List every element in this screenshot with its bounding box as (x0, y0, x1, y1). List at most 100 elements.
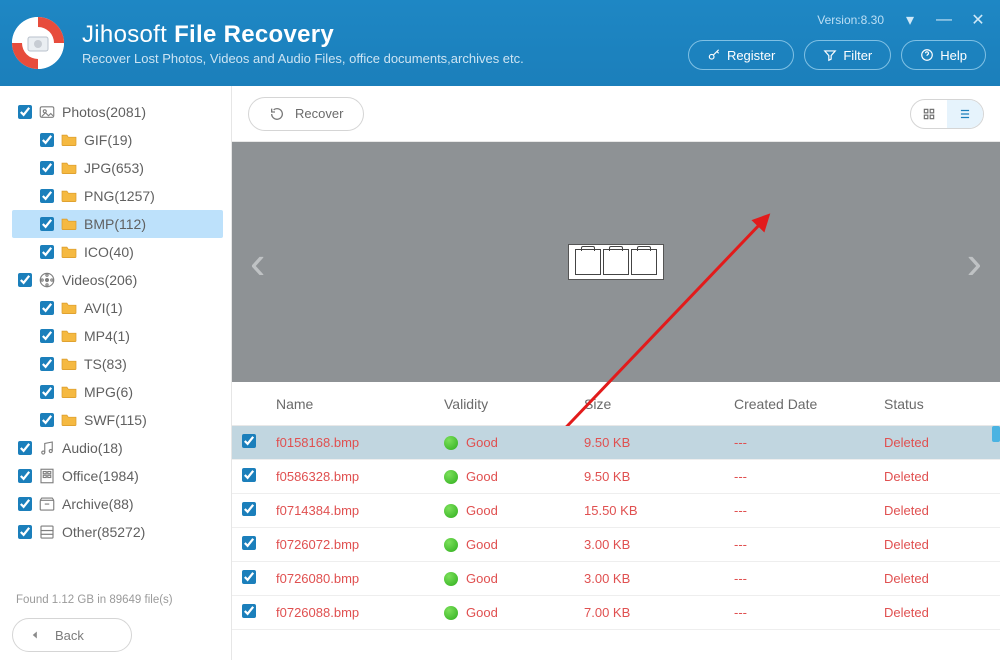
tree-checkbox[interactable] (40, 217, 54, 231)
tree-item-swf[interactable]: SWF(115) (12, 406, 223, 434)
row-checkbox[interactable] (242, 604, 256, 618)
table-row[interactable]: f0726088.bmpGood7.00 KB---Deleted (232, 596, 1000, 630)
close-button[interactable]: ✕ (970, 10, 986, 30)
folder-icon (60, 243, 78, 261)
list-view-button[interactable] (947, 100, 983, 128)
status-dot-icon (444, 606, 458, 620)
tree-checkbox[interactable] (18, 525, 32, 539)
row-checkbox[interactable] (242, 570, 256, 584)
col-size[interactable]: Size (584, 396, 734, 412)
tree-category-photos[interactable]: Photos(2081) (12, 98, 223, 126)
tree-category-office[interactable]: Office(1984) (12, 462, 223, 490)
filter-button[interactable]: Filter (804, 40, 891, 70)
tree-item-jpg[interactable]: JPG(653) (12, 154, 223, 182)
tree-checkbox[interactable] (40, 133, 54, 147)
list-icon (958, 107, 972, 121)
app-subtitle: Recover Lost Photos, Videos and Audio Fi… (82, 51, 524, 66)
table-row[interactable]: f0726072.bmpGood3.00 KB---Deleted (232, 528, 1000, 562)
tree-item-ico[interactable]: ICO(40) (12, 238, 223, 266)
tree-checkbox[interactable] (40, 301, 54, 315)
filter-icon (823, 48, 837, 62)
folder-icon (60, 187, 78, 205)
cell-validity: Good (444, 503, 584, 518)
row-checkbox[interactable] (242, 434, 256, 448)
cell-size: 3.00 KB (584, 571, 734, 586)
dropdown-button[interactable]: ▾ (902, 10, 918, 30)
cell-size: 9.50 KB (584, 469, 734, 484)
status-dot-icon (444, 470, 458, 484)
row-checkbox[interactable] (242, 502, 256, 516)
cell-date: --- (734, 469, 884, 484)
tree-checkbox[interactable] (18, 497, 32, 511)
cell-name: f0726088.bmp (276, 605, 444, 620)
cell-validity: Good (444, 537, 584, 552)
table-header: Name Validity Size Created Date Status (232, 382, 1000, 426)
grid-view-button[interactable] (911, 100, 947, 128)
tree-category-other[interactable]: Other(85272) (12, 518, 223, 546)
tree-label: Other(85272) (62, 524, 145, 540)
row-checkbox[interactable] (242, 468, 256, 482)
tree-checkbox[interactable] (40, 245, 54, 259)
back-button[interactable]: Back (12, 618, 132, 652)
cell-validity: Good (444, 435, 584, 450)
tree-label: Audio(18) (62, 440, 123, 456)
cell-status: Deleted (884, 537, 996, 552)
tree-item-bmp[interactable]: BMP(112) (12, 210, 223, 238)
tree-category-archive[interactable]: Archive(88) (12, 490, 223, 518)
table-row[interactable]: f0158168.bmpGood9.50 KB---Deleted (232, 426, 1000, 460)
preview-next-button[interactable]: › (967, 235, 982, 289)
tree-checkbox[interactable] (40, 385, 54, 399)
tree-item-png[interactable]: PNG(1257) (12, 182, 223, 210)
minimize-button[interactable]: — (936, 11, 952, 29)
col-name[interactable]: Name (276, 396, 444, 412)
help-button[interactable]: Help (901, 40, 986, 70)
row-checkbox[interactable] (242, 536, 256, 550)
tree-checkbox[interactable] (18, 105, 32, 119)
tree-checkbox[interactable] (40, 357, 54, 371)
recover-button[interactable]: Recover (248, 97, 364, 131)
table-row[interactable]: f0586328.bmpGood9.50 KB---Deleted (232, 460, 1000, 494)
app-title: Jihosoft File Recovery (82, 21, 524, 49)
tree-item-mp4[interactable]: MP4(1) (12, 322, 223, 350)
cell-name: f0714384.bmp (276, 503, 444, 518)
scrollbar-thumb[interactable] (992, 426, 1000, 442)
status-dot-icon (444, 504, 458, 518)
col-validity[interactable]: Validity (444, 396, 584, 412)
back-arrow-icon (31, 629, 45, 641)
tree-checkbox[interactable] (18, 441, 32, 455)
cell-name: f0726072.bmp (276, 537, 444, 552)
cell-validity: Good (444, 571, 584, 586)
table-row[interactable]: f0714384.bmpGood15.50 KB---Deleted (232, 494, 1000, 528)
app-logo (8, 13, 68, 73)
tree-item-avi[interactable]: AVI(1) (12, 294, 223, 322)
tree-category-videos[interactable]: Videos(206) (12, 266, 223, 294)
grid-icon (922, 107, 936, 121)
tree-label: GIF(19) (84, 132, 132, 148)
table-row[interactable]: f0726080.bmpGood3.00 KB---Deleted (232, 562, 1000, 596)
tree-label: SWF(115) (84, 412, 147, 428)
other-icon (38, 523, 56, 541)
tree-checkbox[interactable] (18, 273, 32, 287)
toolbar: Recover (232, 86, 1000, 142)
tree-checkbox[interactable] (40, 161, 54, 175)
tree-item-mpg[interactable]: MPG(6) (12, 378, 223, 406)
preview-prev-button[interactable]: ‹ (250, 235, 265, 289)
folder-icon (60, 355, 78, 373)
folder-icon (60, 215, 78, 233)
tree-label: JPG(653) (84, 160, 144, 176)
col-status[interactable]: Status (884, 396, 996, 412)
col-created[interactable]: Created Date (734, 396, 884, 412)
register-button[interactable]: Register (688, 40, 794, 70)
tree-category-audio[interactable]: Audio(18) (12, 434, 223, 462)
tree-checkbox[interactable] (18, 469, 32, 483)
tree-item-gif[interactable]: GIF(19) (12, 126, 223, 154)
cell-status: Deleted (884, 435, 996, 450)
tree-item-ts[interactable]: TS(83) (12, 350, 223, 378)
table-body: f0158168.bmpGood9.50 KB---Deletedf058632… (232, 426, 1000, 630)
titlebar: Jihosoft File Recovery Recover Lost Phot… (0, 0, 1000, 86)
tree-label: ICO(40) (84, 244, 134, 260)
tree-checkbox[interactable] (40, 189, 54, 203)
tree-checkbox[interactable] (40, 329, 54, 343)
help-icon (920, 48, 934, 62)
tree-checkbox[interactable] (40, 413, 54, 427)
